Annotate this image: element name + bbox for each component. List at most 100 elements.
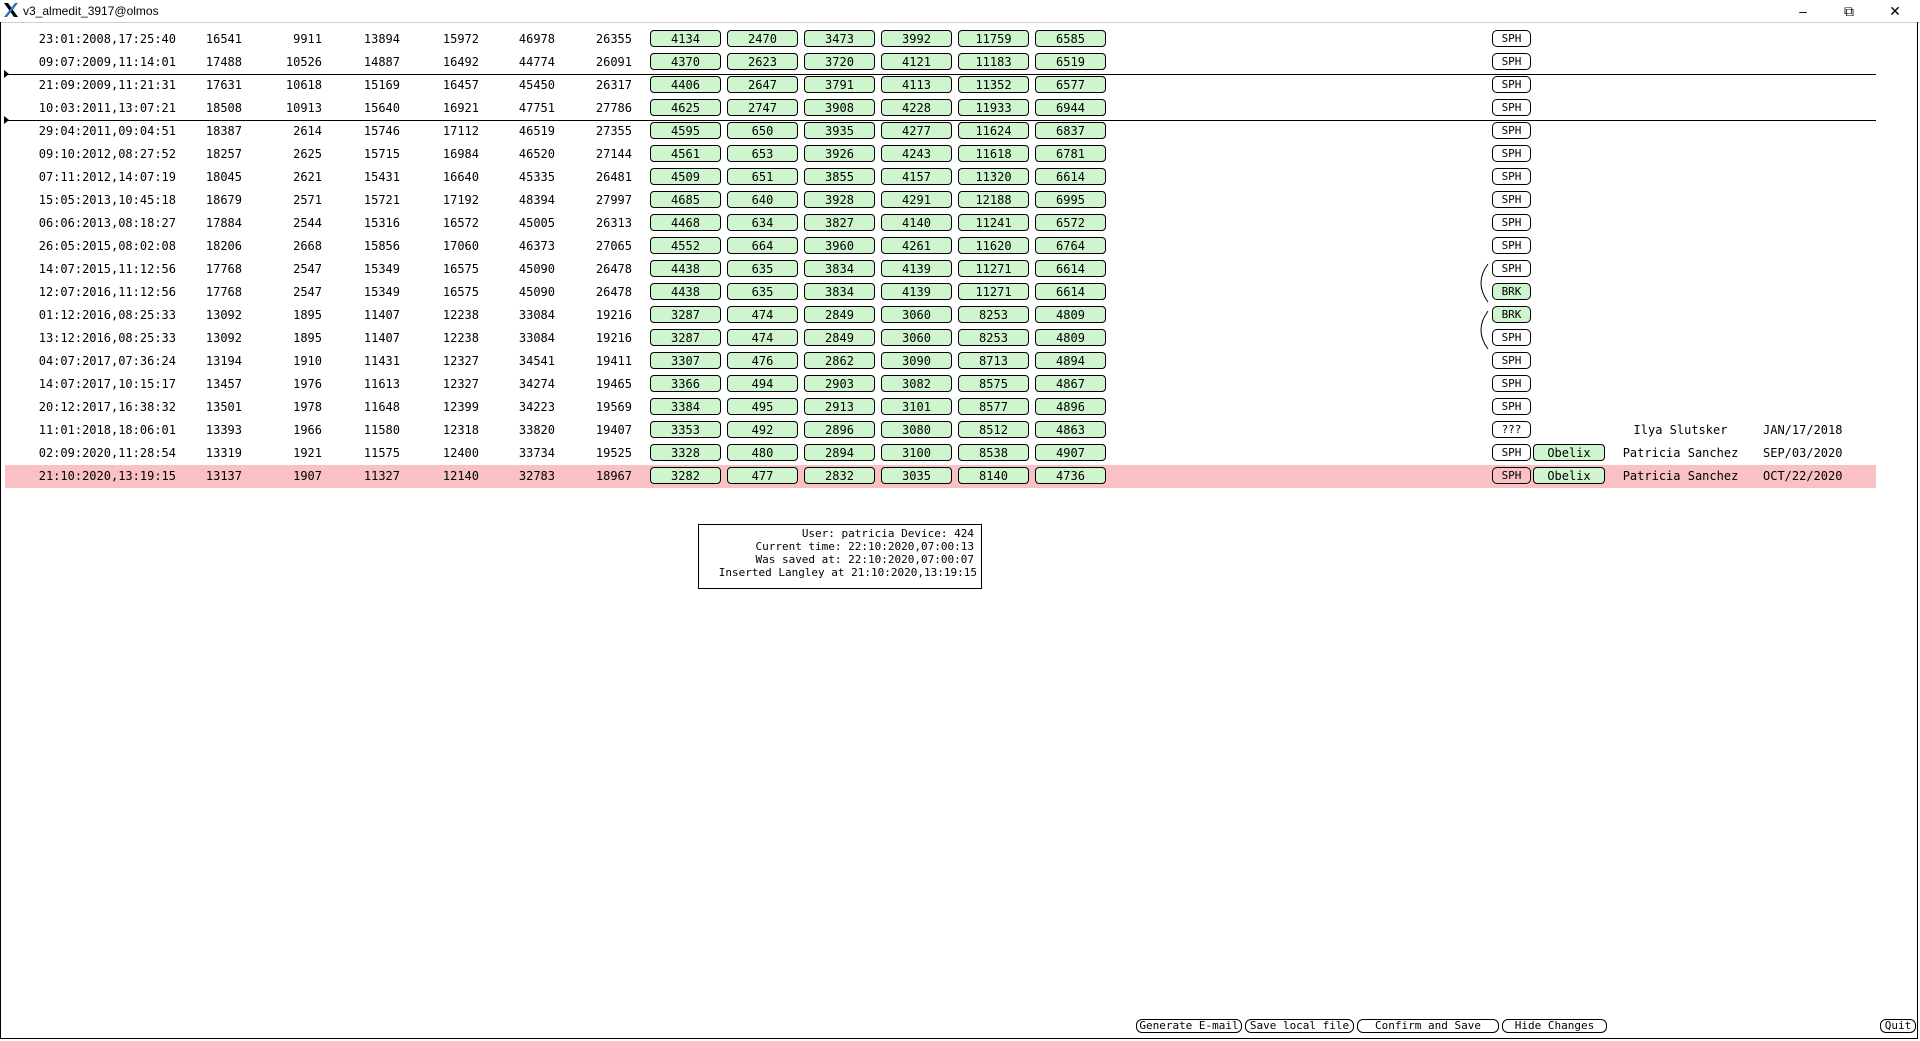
editable-value-field[interactable]: 3928 xyxy=(804,191,875,208)
table-row[interactable]: 29:04:2011,09:04:51 18387 2614 15746 17112 46… xyxy=(5,120,1876,143)
row-flag-button[interactable]: SPH xyxy=(1492,467,1531,484)
editable-value-field[interactable]: 2903 xyxy=(804,375,875,392)
editable-value-field[interactable]: 6944 xyxy=(1035,99,1106,116)
row-flag-button[interactable]: SPH xyxy=(1492,145,1531,162)
editable-value-field[interactable]: 3720 xyxy=(804,53,875,70)
editable-value-field[interactable]: 4509 xyxy=(650,168,721,185)
row-flag-button[interactable]: SPH xyxy=(1492,398,1531,415)
table-row[interactable]: 10:03:2011,13:07:21 18508 10913 15640 16921 4… xyxy=(5,97,1876,120)
editable-value-field[interactable]: 3287 xyxy=(650,306,721,323)
editable-value-field[interactable]: 4736 xyxy=(1035,467,1106,484)
editable-value-field[interactable]: 4685 xyxy=(650,191,721,208)
editable-value-field[interactable]: 3282 xyxy=(650,467,721,484)
editable-value-field[interactable]: 11241 xyxy=(958,214,1029,231)
editable-value-field[interactable]: 4261 xyxy=(881,237,952,254)
editable-value-field[interactable]: 11759 xyxy=(958,30,1029,47)
editable-value-field[interactable]: 2647 xyxy=(727,76,798,93)
editable-value-field[interactable]: 3855 xyxy=(804,168,875,185)
editable-value-field[interactable]: 477 xyxy=(727,467,798,484)
editable-value-field[interactable]: 3908 xyxy=(804,99,875,116)
editable-value-field[interactable]: 4438 xyxy=(650,283,721,300)
editable-value-field[interactable]: 11933 xyxy=(958,99,1029,116)
editable-value-field[interactable]: 8538 xyxy=(958,444,1029,461)
editable-value-field[interactable]: 3328 xyxy=(650,444,721,461)
editable-value-field[interactable]: 8713 xyxy=(958,352,1029,369)
editable-value-field[interactable]: 492 xyxy=(727,421,798,438)
editable-value-field[interactable]: 8575 xyxy=(958,375,1029,392)
minimize-button[interactable]: – xyxy=(1780,0,1826,22)
row-flag-button[interactable]: SPH xyxy=(1492,375,1531,392)
editable-value-field[interactable]: 3473 xyxy=(804,30,875,47)
table-row[interactable]: 09:07:2009,11:14:01 17488 10526 14887 16492 4… xyxy=(5,51,1876,74)
editable-value-field[interactable]: 3101 xyxy=(881,398,952,415)
table-row[interactable]: 09:10:2012,08:27:52 18257 2625 15715 16984 46… xyxy=(5,143,1876,166)
editable-value-field[interactable]: 3090 xyxy=(881,352,952,369)
row-flag-button[interactable]: SPH xyxy=(1492,237,1531,254)
editable-value-field[interactable]: 3791 xyxy=(804,76,875,93)
table-row[interactable]: 01:12:2016,08:25:33 13092 1895 11407 12238 33… xyxy=(5,304,1876,327)
table-row[interactable]: 12:07:2016,11:12:56 17768 2547 15349 16575 45… xyxy=(5,281,1876,304)
editable-value-field[interactable]: 635 xyxy=(727,283,798,300)
editable-value-field[interactable]: 4896 xyxy=(1035,398,1106,415)
editable-value-field[interactable]: 3834 xyxy=(804,260,875,277)
editable-value-field[interactable]: 3100 xyxy=(881,444,952,461)
row-flag-button[interactable]: SPH xyxy=(1492,444,1531,461)
editable-value-field[interactable]: 6519 xyxy=(1035,53,1106,70)
obelix-button[interactable]: Obelix xyxy=(1533,444,1605,461)
editable-value-field[interactable]: 11271 xyxy=(958,260,1029,277)
editable-value-field[interactable]: 4595 xyxy=(650,122,721,139)
editable-value-field[interactable]: 474 xyxy=(727,306,798,323)
editable-value-field[interactable]: 4140 xyxy=(881,214,952,231)
editable-value-field[interactable]: 3935 xyxy=(804,122,875,139)
row-flag-button[interactable]: SPH xyxy=(1492,122,1531,139)
editable-value-field[interactable]: 6614 xyxy=(1035,260,1106,277)
editable-value-field[interactable]: 6577 xyxy=(1035,76,1106,93)
editable-value-field[interactable]: 635 xyxy=(727,260,798,277)
editable-value-field[interactable]: 6781 xyxy=(1035,145,1106,162)
editable-value-field[interactable]: 4113 xyxy=(881,76,952,93)
editable-value-field[interactable]: 4907 xyxy=(1035,444,1106,461)
table-row[interactable]: 02:09:2020,11:28:54 13319 1921 11575 12400 33… xyxy=(5,442,1876,465)
editable-value-field[interactable]: 3366 xyxy=(650,375,721,392)
editable-value-field[interactable]: 3080 xyxy=(881,421,952,438)
row-flag-button[interactable]: SPH xyxy=(1492,53,1531,70)
editable-value-field[interactable]: 11620 xyxy=(958,237,1029,254)
table-row[interactable]: 15:05:2013,10:45:18 18679 2571 15721 17192 48… xyxy=(5,189,1876,212)
editable-value-field[interactable]: 4121 xyxy=(881,53,952,70)
table-row[interactable]: 14:07:2017,10:15:17 13457 1976 11613 12327 34… xyxy=(5,373,1876,396)
editable-value-field[interactable]: 3992 xyxy=(881,30,952,47)
editable-value-field[interactable]: 4228 xyxy=(881,99,952,116)
editable-value-field[interactable]: 2894 xyxy=(804,444,875,461)
editable-value-field[interactable]: 4438 xyxy=(650,260,721,277)
editable-value-field[interactable]: 4370 xyxy=(650,53,721,70)
editable-value-field[interactable]: 2849 xyxy=(804,329,875,346)
editable-value-field[interactable]: 12188 xyxy=(958,191,1029,208)
table-row-selected[interactable]: 21:10:2020,13:19:15 13137 1907 11327 12140 32… xyxy=(5,465,1876,488)
editable-value-field[interactable]: 4139 xyxy=(881,260,952,277)
editable-value-field[interactable]: 8140 xyxy=(958,467,1029,484)
table-row[interactable]: 21:09:2009,11:21:31 17631 10618 15169 16457 4… xyxy=(5,74,1876,97)
editable-value-field[interactable]: 8512 xyxy=(958,421,1029,438)
table-row[interactable]: 14:07:2015,11:12:56 17768 2547 15349 16575 45… xyxy=(5,258,1876,281)
editable-value-field[interactable]: 2913 xyxy=(804,398,875,415)
editable-value-field[interactable]: 640 xyxy=(727,191,798,208)
editable-value-field[interactable]: 4809 xyxy=(1035,329,1106,346)
editable-value-field[interactable]: 2832 xyxy=(804,467,875,484)
editable-value-field[interactable]: 8577 xyxy=(958,398,1029,415)
editable-value-field[interactable]: 3960 xyxy=(804,237,875,254)
table-row[interactable]: 13:12:2016,08:25:33 13092 1895 11407 12238 33… xyxy=(5,327,1876,350)
editable-value-field[interactable]: 653 xyxy=(727,145,798,162)
editable-value-field[interactable]: 3307 xyxy=(650,352,721,369)
editable-value-field[interactable]: 3060 xyxy=(881,306,952,323)
editable-value-field[interactable]: 6614 xyxy=(1035,168,1106,185)
quit-button[interactable]: Quit xyxy=(1880,1019,1916,1033)
editable-value-field[interactable]: 11624 xyxy=(958,122,1029,139)
editable-value-field[interactable]: 3834 xyxy=(804,283,875,300)
row-flag-button[interactable]: ??? xyxy=(1492,421,1531,438)
editable-value-field[interactable]: 2623 xyxy=(727,53,798,70)
table-row[interactable]: 06:06:2013,08:18:27 17884 2544 15316 16572 45… xyxy=(5,212,1876,235)
editable-value-field[interactable]: 3060 xyxy=(881,329,952,346)
editable-value-field[interactable]: 4809 xyxy=(1035,306,1106,323)
editable-value-field[interactable]: 4894 xyxy=(1035,352,1106,369)
editable-value-field[interactable]: 634 xyxy=(727,214,798,231)
